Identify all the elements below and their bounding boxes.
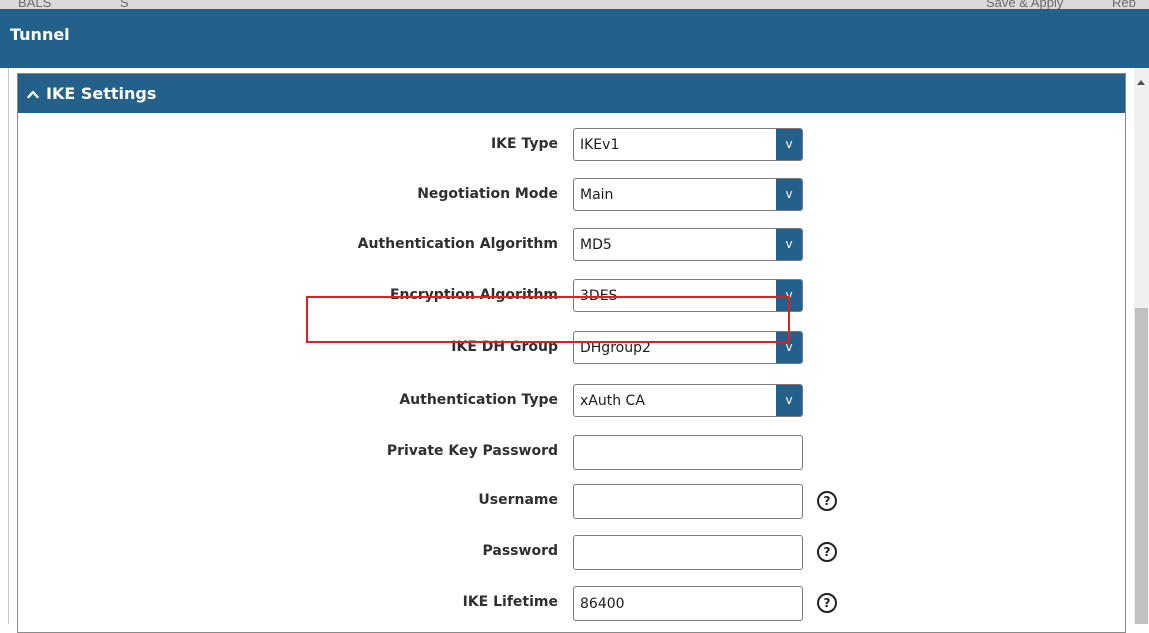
dropdown-arrow-icon[interactable]: v	[776, 179, 802, 210]
username-row: Username ?	[18, 484, 1118, 519]
auth-algorithm-label: Authentication Algorithm	[357, 236, 558, 252]
private-key-password-input[interactable]	[573, 435, 803, 470]
save-apply-button[interactable]: Save & Apply	[986, 0, 1063, 9]
negotiation-mode-row: Negotiation Mode Main v	[18, 178, 1118, 212]
tunnel-titlebar: Tunnel	[0, 9, 1149, 68]
ike-lifetime-label: IKE Lifetime	[462, 594, 558, 610]
username-input[interactable]	[573, 484, 803, 519]
scrollbar[interactable]	[1134, 68, 1149, 624]
header-fragment-logo: BALS	[18, 0, 52, 9]
negotiation-mode-label: Negotiation Mode	[417, 186, 558, 202]
ike-lifetime-row: IKE Lifetime 86400 ?	[18, 586, 1118, 621]
scrollbar-thumb[interactable]	[1135, 308, 1148, 624]
auth-algorithm-row: Authentication Algorithm MD5 v	[18, 228, 1118, 262]
username-label: Username	[478, 492, 558, 508]
negotiation-mode-value: Main	[580, 187, 614, 203]
ike-type-value: IKEv1	[580, 137, 620, 153]
dropdown-arrow-icon[interactable]: v	[776, 229, 802, 260]
ike-settings-header[interactable]: IKE Settings	[18, 74, 1125, 113]
auth-type-select[interactable]: xAuth CA v	[573, 384, 803, 417]
dropdown-arrow-icon[interactable]: v	[776, 385, 802, 416]
auth-algorithm-value: MD5	[580, 237, 612, 253]
ike-lifetime-input[interactable]: 86400	[573, 586, 803, 621]
negotiation-mode-select[interactable]: Main v	[573, 178, 803, 211]
tunnel-panel: IKE Settings IKE Type IKEv1 v Negotiatio…	[8, 68, 1135, 633]
auth-algorithm-select[interactable]: MD5 v	[573, 228, 803, 261]
auth-type-label: Authentication Type	[399, 392, 558, 408]
reboot-button[interactable]: Reb	[1112, 0, 1136, 9]
header-fragment-text: S	[120, 0, 129, 9]
help-icon[interactable]: ?	[817, 542, 837, 562]
ike-type-label: IKE Type	[490, 136, 558, 152]
ike-type-row: IKE Type IKEv1 v	[18, 128, 1118, 162]
dropdown-arrow-icon[interactable]: v	[776, 129, 802, 160]
password-label: Password	[482, 543, 558, 559]
ike-type-select[interactable]: IKEv1 v	[573, 128, 803, 161]
private-key-password-label: Private Key Password	[386, 443, 558, 459]
ike-settings-section: IKE Settings IKE Type IKEv1 v Negotiatio…	[17, 73, 1126, 633]
auth-type-value: xAuth CA	[580, 393, 645, 409]
password-row: Password ?	[18, 535, 1118, 570]
window-title: Tunnel	[10, 25, 70, 44]
highlight-box	[306, 296, 790, 343]
section-title: IKE Settings	[46, 84, 157, 103]
scroll-up-icon[interactable]	[1137, 80, 1145, 85]
auth-type-row: Authentication Type xAuth CA v	[18, 384, 1118, 418]
private-key-password-row: Private Key Password	[18, 435, 1118, 470]
help-icon[interactable]: ?	[817, 491, 837, 511]
help-icon[interactable]: ?	[817, 593, 837, 613]
ike-lifetime-value: 86400	[580, 596, 625, 612]
chevron-up-icon	[27, 84, 39, 103]
password-input[interactable]	[573, 535, 803, 570]
header-strip: BALS S Save & Apply Reb	[0, 0, 1149, 9]
